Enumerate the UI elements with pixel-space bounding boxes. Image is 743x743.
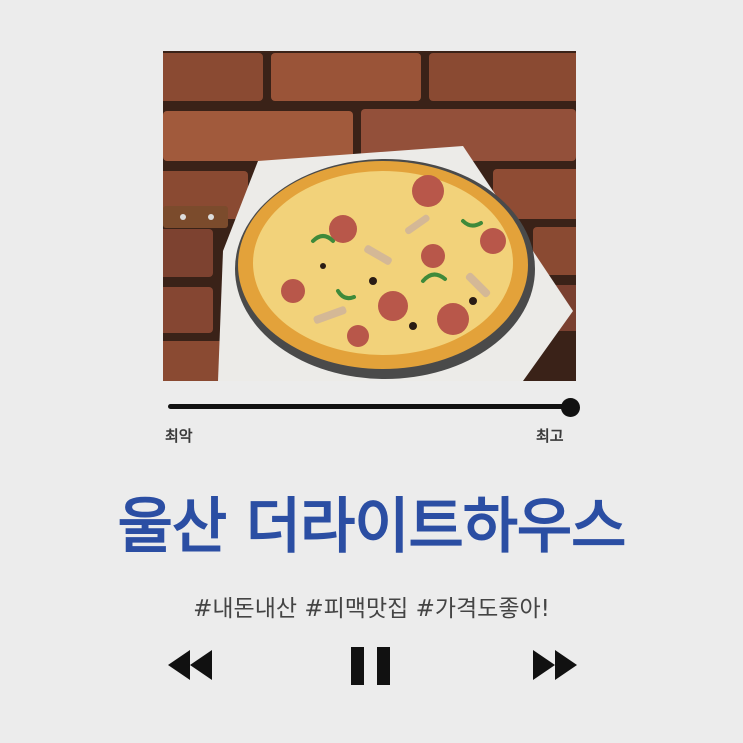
rating-max-label: 최고 [536,427,564,445]
hashtags: #내돈내산 #피맥맛집 #가격도좋아! [193,596,550,622]
rewind-icon [166,647,214,683]
fast-forward-icon [531,647,579,683]
pizza-photo [163,51,576,381]
rewind-button[interactable] [166,647,214,683]
pause-button[interactable] [351,647,391,685]
playback-controls [0,647,743,687]
fast-forward-button[interactable] [531,647,579,683]
pause-icon [351,647,391,685]
rating-min-label: 최악 [165,427,193,445]
rating-slider[interactable] [168,398,580,418]
slider-knob[interactable] [561,398,580,417]
slider-track[interactable] [168,404,570,409]
page-title: 울산 더라이트하우스 [117,492,627,562]
